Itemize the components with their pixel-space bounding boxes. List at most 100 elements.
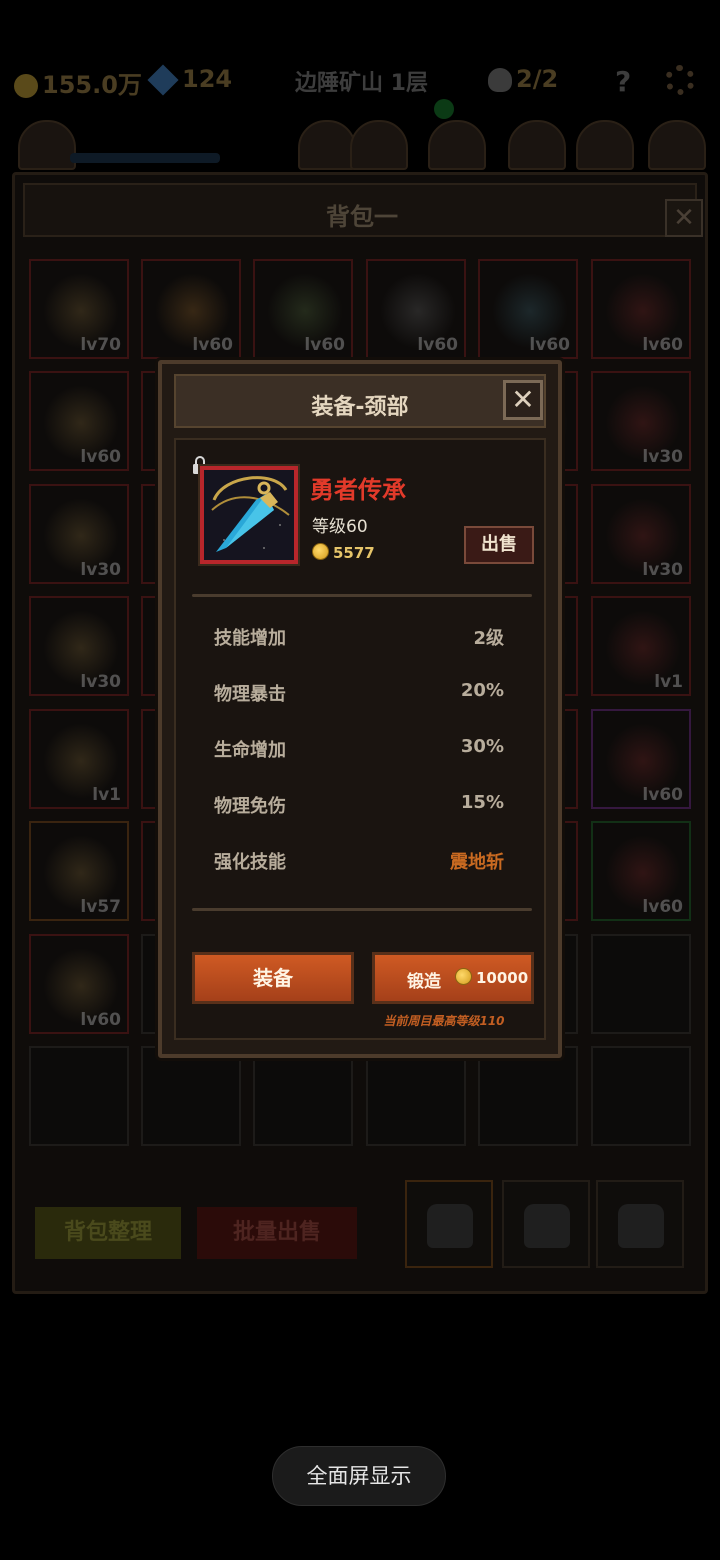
stat-value: 30% xyxy=(460,736,504,757)
stat-label: 物理暴击 xyxy=(214,684,286,705)
location-title: 边陲矿山 1层 xyxy=(295,71,428,96)
inventory-slot[interactable]: lv30 xyxy=(29,484,129,584)
inventory-slot[interactable] xyxy=(29,1046,129,1146)
item-name: 勇者传承 xyxy=(310,476,406,504)
stat-label: 生命增加 xyxy=(214,740,286,761)
forge-cost: 10000 xyxy=(455,968,528,987)
inventory-slot[interactable]: lv60 xyxy=(478,259,578,359)
slot-level: lv30 xyxy=(80,672,121,692)
backpack-icon xyxy=(427,1204,473,1248)
inventory-slot[interactable]: lv60 xyxy=(591,709,691,809)
inventory-slot[interactable]: lv60 xyxy=(29,371,129,471)
gold-coin-icon xyxy=(14,74,38,98)
backpack-title: 背包一 xyxy=(326,203,398,231)
fullscreen-button[interactable]: 全面屏显示 xyxy=(272,1446,446,1506)
modal-body: 勇者传承 等级60 5577 出售 技能增加 2级 物理暴击 20% 生命增加 … xyxy=(174,438,546,1040)
bulk-sell-button[interactable]: 批量出售 xyxy=(197,1207,357,1259)
hero-slot[interactable] xyxy=(576,120,634,170)
item-icon-frame xyxy=(200,466,298,564)
stat-row: 物理免伤 15% xyxy=(214,792,504,822)
hero-slot[interactable] xyxy=(350,120,408,170)
inventory-slot[interactable]: lv57 xyxy=(29,821,129,921)
inventory-slot[interactable]: lv60 xyxy=(253,259,353,359)
slot-level: lv60 xyxy=(642,335,683,355)
inventory-slot[interactable]: lv30 xyxy=(591,484,691,584)
item-price: 5577 xyxy=(312,543,375,562)
equipment-detail-modal: 装备-颈部 ✕ 勇者传承 等级60 5577 出售 技能增加 2级 物理暴击 2… xyxy=(158,360,562,1058)
stat-label: 强化技能 xyxy=(214,852,286,873)
skull-counter: 2/2 xyxy=(488,65,558,93)
forge-label: 锻造 xyxy=(407,972,441,992)
bag-tab-2[interactable] xyxy=(502,1180,590,1268)
slot-level: lv60 xyxy=(642,785,683,805)
hero-slot[interactable] xyxy=(298,120,356,170)
inventory-slot[interactable]: lv60 xyxy=(591,821,691,921)
inventory-slot[interactable]: lv1 xyxy=(591,596,691,696)
slot-level: lv60 xyxy=(417,335,458,355)
slot-level: lv30 xyxy=(642,447,683,467)
gear-icon[interactable] xyxy=(665,65,695,95)
modal-title: 装备-颈部 xyxy=(311,395,409,420)
backpack-icon xyxy=(618,1204,664,1248)
slot-level: lv60 xyxy=(80,447,121,467)
inventory-slot[interactable]: lv60 xyxy=(141,259,241,359)
inventory-slot[interactable]: lv30 xyxy=(591,371,691,471)
inventory-slot[interactable] xyxy=(591,1046,691,1146)
stat-value: 20% xyxy=(460,680,504,701)
hero-hp-bar xyxy=(70,153,220,163)
inventory-slot[interactable] xyxy=(478,1046,578,1146)
coin-icon xyxy=(312,543,329,560)
sort-bag-button[interactable]: 背包整理 xyxy=(35,1207,181,1259)
pendant-icon xyxy=(204,470,294,560)
help-button[interactable]: ? xyxy=(615,65,631,98)
slot-level: lv30 xyxy=(642,560,683,580)
modal-close-button[interactable]: ✕ xyxy=(503,380,543,420)
backpack-close-button[interactable]: ✕ xyxy=(665,199,703,237)
enhanced-skill-value: 震地斩 xyxy=(450,852,504,873)
hero-slot[interactable] xyxy=(648,120,706,170)
divider xyxy=(192,908,532,911)
hero-strip xyxy=(0,115,720,170)
hero-slot[interactable] xyxy=(428,120,486,170)
stat-label: 物理免伤 xyxy=(214,796,286,817)
item-level: 等级60 xyxy=(312,517,368,537)
inventory-slot[interactable]: lv70 xyxy=(29,259,129,359)
inventory-slot[interactable] xyxy=(366,1046,466,1146)
hero-portrait[interactable] xyxy=(18,120,76,170)
inventory-slot[interactable] xyxy=(141,1046,241,1146)
stat-label: 技能增加 xyxy=(214,628,286,649)
slot-level: lv60 xyxy=(304,335,345,355)
hero-slot[interactable] xyxy=(508,120,566,170)
inventory-slot[interactable]: lv60 xyxy=(366,259,466,359)
backpack-header: 背包一 ✕ xyxy=(23,183,703,237)
gem-icon xyxy=(147,64,179,96)
inventory-slot[interactable]: lv60 xyxy=(29,934,129,1034)
inventory-slot[interactable]: lv30 xyxy=(29,596,129,696)
gem-counter: 124 xyxy=(147,64,232,96)
inventory-slot[interactable]: lv1 xyxy=(29,709,129,809)
slot-level: lv30 xyxy=(80,560,121,580)
slot-level: lv60 xyxy=(529,335,570,355)
forge-note: 当前周目最高等级110 xyxy=(383,1014,505,1028)
slot-level: lv57 xyxy=(80,897,121,917)
inventory-slot[interactable] xyxy=(591,934,691,1034)
bag-tab-3[interactable] xyxy=(596,1180,684,1268)
inventory-slot[interactable]: lv60 xyxy=(591,259,691,359)
slot-level: lv1 xyxy=(654,672,683,692)
slot-level: lv60 xyxy=(80,1010,121,1030)
equip-button[interactable]: 装备 xyxy=(192,952,354,1004)
stat-row: 强化技能 震地斩 xyxy=(214,848,504,878)
stat-value: 15% xyxy=(460,792,504,813)
forge-button[interactable]: 锻造 10000 xyxy=(372,952,534,1004)
coin-icon xyxy=(455,968,472,985)
top-hud: 155.0万 124 边陲矿山 1层 2/2 ? xyxy=(0,55,720,119)
sell-button[interactable]: 出售 xyxy=(464,526,534,564)
divider xyxy=(192,594,532,597)
bag-tab-1[interactable] xyxy=(405,1180,493,1268)
inventory-slot[interactable] xyxy=(253,1046,353,1146)
backpack-icon xyxy=(524,1204,570,1248)
slot-level: lv60 xyxy=(642,897,683,917)
slot-level: lv60 xyxy=(192,335,233,355)
stat-value: 2级 xyxy=(473,628,504,649)
stat-row: 物理暴击 20% xyxy=(214,680,504,710)
